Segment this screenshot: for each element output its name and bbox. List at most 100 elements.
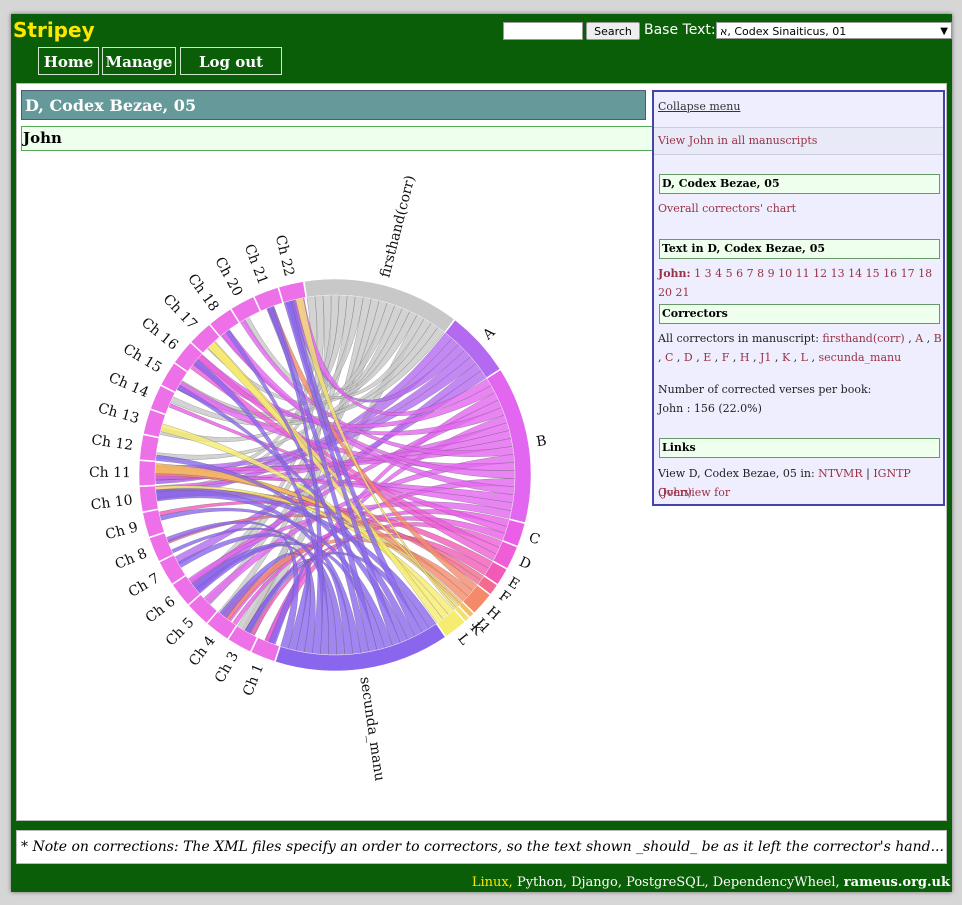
arc-label: D — [516, 554, 533, 573]
corrector-link[interactable]: E — [703, 351, 711, 364]
brand-logo[interactable]: Stripey — [13, 18, 95, 42]
arc-label: Ch 1 — [240, 662, 267, 699]
chapter-link[interactable]: 1 — [694, 267, 701, 280]
all-correctors-label: All correctors in manuscript: — [658, 332, 819, 345]
chapter-links: John: 1 3 4 5 6 7 8 9 10 11 12 13 14 15 … — [658, 264, 943, 302]
nav-home[interactable]: Home — [38, 47, 99, 75]
corrector-link[interactable]: D — [684, 351, 693, 364]
corrector-link[interactable]: C — [665, 351, 673, 364]
view-all-row: View John in all manuscripts — [654, 127, 943, 155]
chapter-link[interactable]: 21 — [676, 286, 690, 299]
chapter-link[interactable]: 17 — [901, 267, 915, 280]
arc-label: Ch 4 — [186, 633, 219, 669]
chapter-link[interactable]: 7 — [747, 267, 754, 280]
correctors-section-head: Correctors — [659, 304, 940, 324]
search-input[interactable] — [503, 22, 583, 40]
base-text-select[interactable]: א, Codex Sinaiticus, 01 ▼ — [716, 22, 952, 39]
nav-manage[interactable]: Manage — [102, 47, 176, 75]
arc-label: Ch 3 — [212, 649, 242, 686]
arc-label: Ch 15 — [120, 341, 164, 376]
verses-value: John : 156 (22.0%) — [658, 402, 762, 415]
ribbons — [154, 294, 516, 656]
corrections-note: * Note on corrections: The XML files spe… — [16, 830, 947, 864]
chapter-link[interactable]: 12 — [813, 267, 827, 280]
arc-ch-12[interactable] — [139, 434, 160, 462]
arc-label: secunda_manu — [356, 676, 387, 783]
side-menu: Collapse menu View John in all manuscrip… — [652, 90, 945, 506]
arc-ch-11[interactable] — [138, 460, 156, 487]
ms-section-head: D, Codex Bezae, 05 — [659, 174, 940, 194]
arc-label: Ch 8 — [113, 545, 150, 572]
search-button[interactable]: Search — [586, 22, 640, 40]
chapter-link[interactable]: 5 — [726, 267, 733, 280]
arc-label: Ch 13 — [96, 400, 141, 427]
arc-label: Ch 11 — [89, 465, 131, 481]
corrector-link[interactable]: J1 — [760, 351, 771, 364]
overall-chart-link[interactable]: Overall correctors' chart — [658, 202, 796, 215]
arc-label: B — [535, 433, 548, 450]
corrector-link[interactable]: L — [801, 351, 808, 364]
chapter-link[interactable]: 4 — [715, 267, 722, 280]
verses-label: Number of corrected verses per book: — [658, 383, 872, 396]
arc-label: Ch 7 — [126, 570, 163, 600]
arc-label: Ch 18 — [184, 271, 222, 314]
arc-label: F — [496, 588, 513, 607]
arc-label: A — [479, 324, 499, 344]
arc-label: L — [454, 631, 472, 648]
corrector-link[interactable]: firsthand(corr) — [822, 332, 904, 345]
arc-label: Ch 20 — [211, 255, 245, 300]
corrector-link[interactable]: H — [740, 351, 750, 364]
corrector-link[interactable]: A — [915, 332, 923, 345]
manuscript-title: D, Codex Bezae, 05 — [21, 90, 646, 120]
corrector-link[interactable]: K — [782, 351, 790, 364]
chapter-link[interactable]: 8 — [757, 267, 764, 280]
base-text-label: Base Text: — [644, 22, 716, 38]
footer-site-link[interactable]: rameus.org.uk — [844, 875, 950, 890]
wheel-group: firsthand(corr)ABCDEFHJ1KLsecunda_manuCh… — [89, 174, 548, 783]
chapter-link[interactable]: 18 — [918, 267, 932, 280]
chapter-link[interactable]: 15 — [866, 267, 880, 280]
chapter-link[interactable]: 20 — [658, 286, 672, 299]
chevron-down-icon: ▼ — [940, 26, 948, 37]
corrector-link[interactable]: secunda_manu — [818, 351, 901, 364]
dependency-wheel-chart: firsthand(corr)ABCDEFHJ1KLsecunda_manuCh… — [89, 174, 548, 783]
chapter-link[interactable]: 11 — [796, 267, 810, 280]
chapter-link[interactable]: 14 — [848, 267, 862, 280]
arc-label: C — [527, 530, 542, 549]
book-link[interactable]: John: — [658, 267, 691, 280]
footer: Linux, Python, Django, PostgreSQL, Depen… — [472, 875, 950, 890]
footer-tech[interactable]: Python, Django, PostgreSQL, DependencyWh… — [517, 875, 840, 890]
book-title: John — [21, 126, 661, 151]
arc-ch-10[interactable] — [139, 485, 159, 513]
chapter-link[interactable]: 13 — [831, 267, 845, 280]
corrector-link[interactable]: B — [934, 332, 942, 345]
arc-label: Ch 10 — [90, 492, 134, 513]
arc-label: firsthand(corr) — [377, 174, 418, 279]
arc-label: Ch 21 — [241, 242, 271, 287]
chapter-link[interactable]: 10 — [778, 267, 792, 280]
chapter-link[interactable]: 9 — [768, 267, 775, 280]
view-in-label: View D, Codex Bezae, 05 in: — [658, 467, 815, 480]
text-section-head: Text in D, Codex Bezae, 05 — [659, 239, 940, 259]
ntvmr-link[interactable]: NTVMR — [818, 467, 862, 480]
chapter-link[interactable]: 3 — [705, 267, 712, 280]
arc-label: Ch 12 — [90, 432, 134, 454]
chapter-link[interactable]: 6 — [736, 267, 743, 280]
arc-label: Ch 14 — [106, 370, 151, 401]
overview-link[interactable]: Overview for — [658, 486, 730, 499]
arc-label: Ch 9 — [104, 519, 140, 543]
arc-label: Ch 17 — [160, 291, 201, 332]
arc-ch-21[interactable] — [254, 287, 283, 312]
correctors-list: All correctors in manuscript: firsthand(… — [658, 332, 942, 364]
links-section-head: Links — [659, 438, 940, 458]
base-text-value: א, Codex Sinaiticus, 01 — [720, 25, 847, 38]
corrector-link[interactable]: F — [722, 351, 730, 364]
view-all-link[interactable]: View John in all manuscripts — [658, 134, 817, 147]
nav-logout[interactable]: Log out (ed) — [180, 47, 282, 99]
footer-linux[interactable]: Linux, — [472, 875, 513, 890]
collapse-menu-link[interactable]: Collapse menu — [658, 97, 740, 116]
arc-label: Ch 5 — [163, 615, 198, 650]
chapter-link[interactable]: 16 — [883, 267, 897, 280]
arc-label: Ch 16 — [138, 315, 181, 354]
arc-label: Ch 22 — [272, 233, 297, 278]
